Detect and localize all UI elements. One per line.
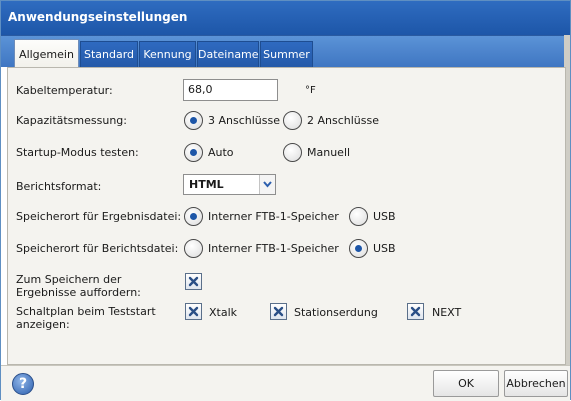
tab-standard[interactable]: Standard [80,41,138,68]
option-manual-label: Manuell [307,146,351,159]
option-report-usb-label: USB [373,242,396,255]
ok-button[interactable]: OK [433,370,499,397]
prompt-save-label: Zum Speichern der Ergebnisse auffordern: [16,273,141,299]
station-ground-checkbox[interactable] [270,303,287,320]
radio-result-usb[interactable] [349,207,368,226]
help-icon[interactable]: ? [12,373,34,395]
settings-window: Anwendungseinstellungen Allgemein Standa… [0,0,571,401]
check-x-icon [188,306,199,317]
result-location-label: Speicherort für Ergebnisdatei: [16,210,182,223]
report-format-label: Berichtsformat: [16,180,102,193]
tab-dateiname[interactable]: Dateiname [197,41,259,68]
radio-selected-dot [355,245,362,252]
report-format-select[interactable]: HTML [183,174,276,195]
report-location-label: Speicherort für Berichtsdatei: [16,242,179,255]
chevron-down-icon[interactable] [259,175,275,194]
cable-temperature-label: Kabeltemperatur: [16,84,113,97]
option-report-internal-label: Interner FTB-1-Speicher [208,242,339,255]
prompt-save-checkbox[interactable] [185,273,202,290]
radio-result-internal[interactable] [184,207,203,226]
prompt-save-label-line1: Zum Speichern der [16,273,122,286]
option-2-connections-label: 2 Anschlüsse [307,114,379,127]
check-x-icon [188,276,199,287]
radio-report-usb[interactable] [349,239,368,258]
radio-selected-dot [190,149,197,156]
radio-auto[interactable] [184,143,203,162]
check-x-icon [273,306,284,317]
dialog-footer: ? OK Abbrechen [1,365,570,401]
tab-strip: Allgemein Standard Kennung Dateiname Sum… [1,35,570,69]
check-x-icon [410,306,421,317]
radio-selected-dot [190,213,197,220]
option-auto-label: Auto [208,146,234,159]
radio-manual[interactable] [283,143,302,162]
capacitance-label: Kapazitätsmessung: [16,114,127,127]
tab-summer[interactable]: Summer [260,41,313,68]
cancel-button[interactable]: Abbrechen [504,370,568,397]
next-checkbox[interactable] [407,303,424,320]
option-result-usb-label: USB [373,210,396,223]
prompt-save-label-line2: Ergebnisse auffordern: [16,286,141,299]
report-format-value: HTML [189,178,224,191]
radio-2-connections[interactable] [283,111,302,130]
xtalk-label: Xtalk [209,306,238,319]
wiring-diagram-label-line2: anzeigen: [16,318,70,331]
xtalk-checkbox[interactable] [185,303,202,320]
temperature-unit: °F [305,85,316,96]
cable-temperature-input[interactable]: 68,0 [183,79,278,101]
tab-allgemein[interactable]: Allgemein [14,39,79,69]
next-label: NEXT [432,306,462,319]
general-settings-panel: Kabeltemperatur: 68,0 °F Kapazitätsmessu… [7,67,566,365]
radio-3-connections[interactable] [184,111,203,130]
radio-selected-dot [190,117,197,124]
station-ground-label: Stationserdung [294,306,378,319]
wiring-diagram-label-line1: Schaltplan beim Teststart [16,305,156,318]
startup-mode-label: Startup-Modus testen: [16,146,139,159]
radio-report-internal[interactable] [184,239,203,258]
tab-kennung[interactable]: Kennung [139,41,196,68]
option-3-connections-label: 3 Anschlüsse [208,114,280,127]
option-result-internal-label: Interner FTB-1-Speicher [208,210,339,223]
window-title: Anwendungseinstellungen [1,1,570,35]
wiring-diagram-label: Schaltplan beim Teststart anzeigen: [16,305,156,331]
